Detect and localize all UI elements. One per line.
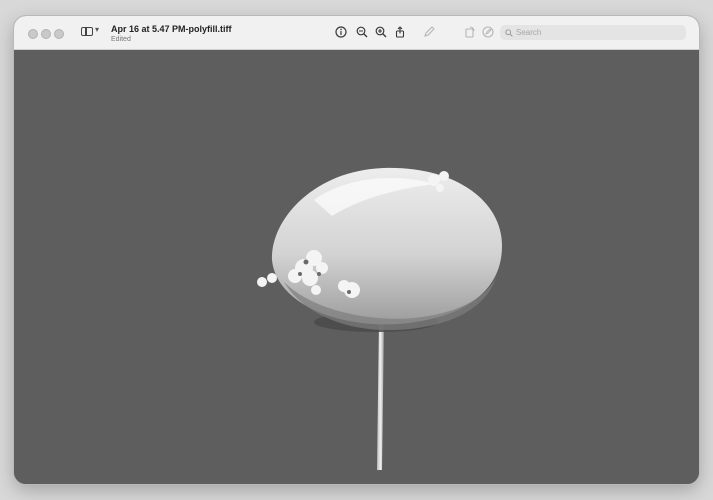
- zoom-out-icon[interactable]: [355, 25, 369, 39]
- rotate-icon[interactable]: [463, 25, 477, 39]
- markup-icon[interactable]: [422, 25, 436, 39]
- share-icon[interactable]: [393, 25, 407, 39]
- document-title[interactable]: Apr 16 at 5.47 PM-polyfill.tiff: [111, 24, 232, 34]
- document-subtitle: Edited: [111, 36, 131, 43]
- annotate-icon[interactable]: [481, 25, 495, 39]
- sidebar-toggle-icon[interactable]: [81, 27, 93, 36]
- photo-tree-sculpture: [14, 50, 699, 484]
- zoom-in-icon[interactable]: [374, 25, 388, 39]
- info-icon[interactable]: [334, 25, 348, 39]
- chevron-down-icon[interactable]: ▾: [95, 25, 99, 34]
- search-input[interactable]: [516, 28, 676, 37]
- search-field[interactable]: [500, 25, 686, 40]
- zoom-window-button[interactable]: [54, 29, 64, 39]
- close-window-button[interactable]: [28, 29, 38, 39]
- preview-window: ▾ Apr 16 at 5.47 PM-polyfill.tiff Edited: [14, 16, 699, 484]
- search-icon: [505, 28, 513, 37]
- image-canvas[interactable]: [14, 50, 699, 484]
- title-bar: ▾ Apr 16 at 5.47 PM-polyfill.tiff Edited: [14, 16, 699, 50]
- minimize-window-button[interactable]: [41, 29, 51, 39]
